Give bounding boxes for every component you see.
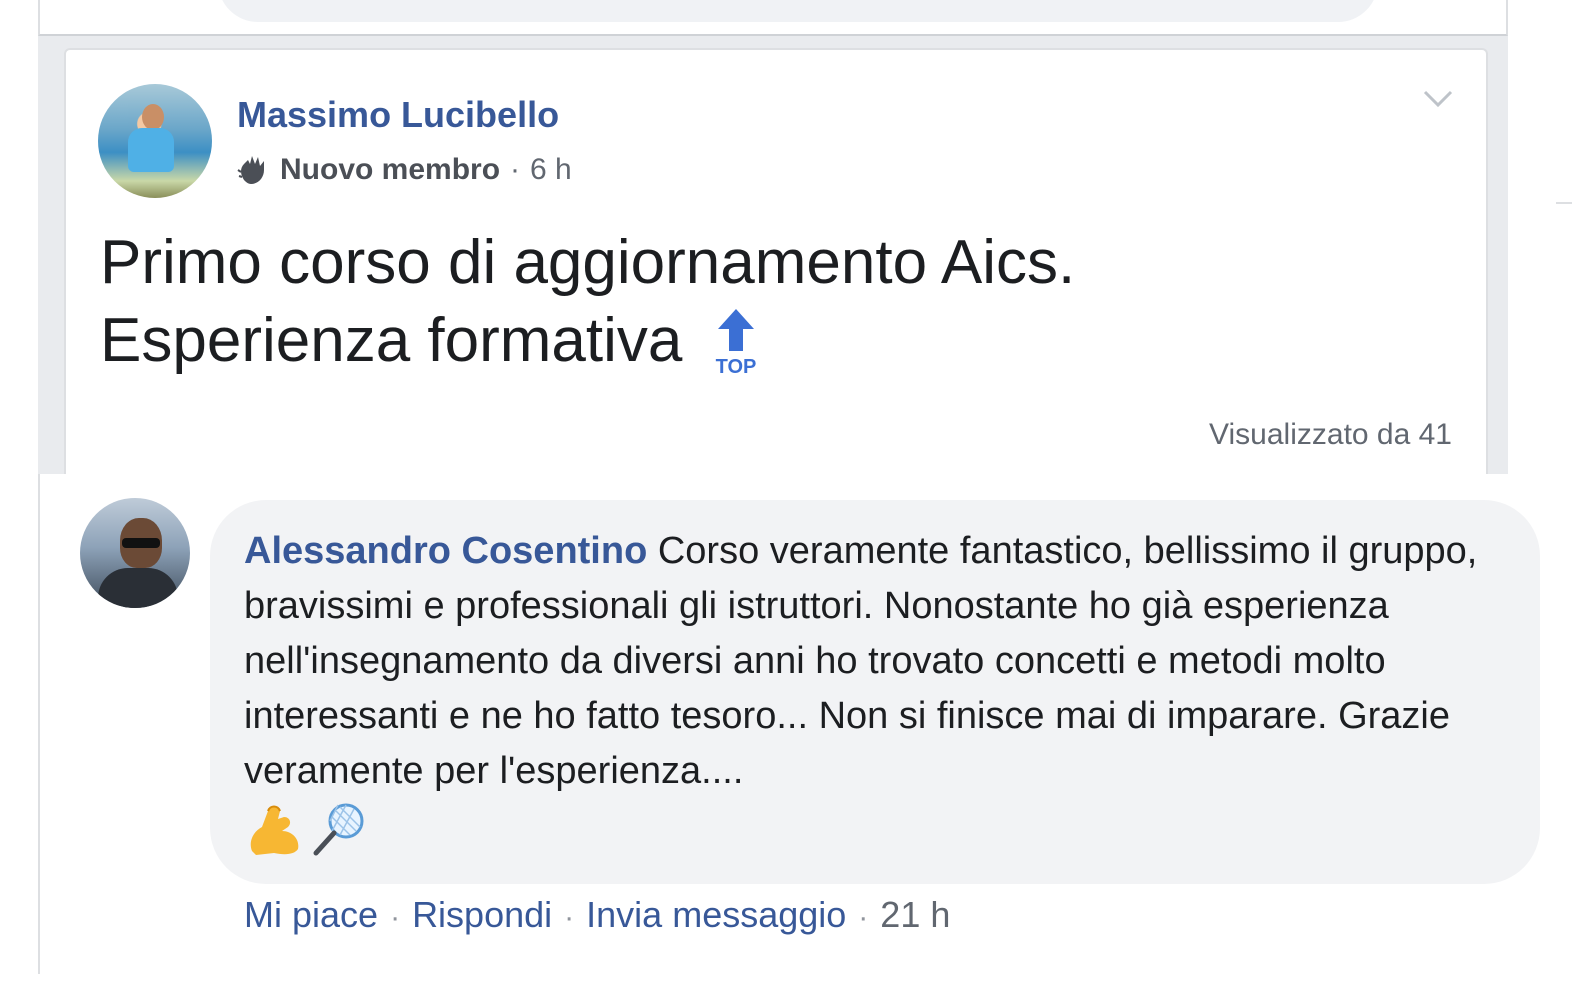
post-meta: Nuovo membro · 6 h <box>236 152 572 188</box>
comment-actions: Mi piace · Rispondi · Invia messaggio · 21 h <box>244 894 950 936</box>
send-message-link[interactable]: Invia messaggio <box>586 894 846 935</box>
tennis-racket-icon <box>313 803 364 856</box>
top-emoji-label: TOP <box>716 356 757 377</box>
comment-text: Alessandro Cosentino Corso veramente fan… <box>244 524 1514 857</box>
reply-link[interactable]: Rispondi <box>412 894 552 935</box>
action-separator: · <box>390 901 401 934</box>
previous-comment-bubble <box>218 0 1378 22</box>
chevron-down-icon[interactable] <box>1422 88 1454 110</box>
seen-by-count[interactable]: Visualizzato da 41 <box>1209 418 1452 452</box>
post-text: Primo corso di aggiornamento Aics. Esper… <box>100 224 1400 380</box>
waving-hand-icon <box>237 156 264 184</box>
post-text-line-2-content: Esperienza formativa <box>100 306 683 375</box>
comment-time[interactable]: 21 h <box>880 894 950 935</box>
post-text-line-1: Primo corso di aggiornamento Aics. <box>100 228 1076 297</box>
post-author-avatar[interactable] <box>98 84 212 198</box>
new-member-badge[interactable]: Nuovo membro <box>280 153 500 187</box>
post-author-name[interactable]: Massimo Lucibello <box>237 94 559 136</box>
like-link[interactable]: Mi piace <box>244 894 378 935</box>
top-arrow-icon: TOP <box>716 309 757 377</box>
flexed-biceps-icon <box>250 805 299 855</box>
post-text-line-2: Esperienza formativa TOP <box>100 302 1400 380</box>
action-separator: · <box>858 901 869 934</box>
commenter-name[interactable]: Alessandro Cosentino <box>244 530 647 572</box>
post-time[interactable]: 6 h <box>530 153 572 187</box>
meta-separator: · <box>510 153 521 186</box>
divider <box>1556 202 1572 204</box>
comment-emojis <box>244 801 1514 857</box>
commenter-avatar[interactable] <box>80 498 190 608</box>
action-separator: · <box>564 901 575 934</box>
